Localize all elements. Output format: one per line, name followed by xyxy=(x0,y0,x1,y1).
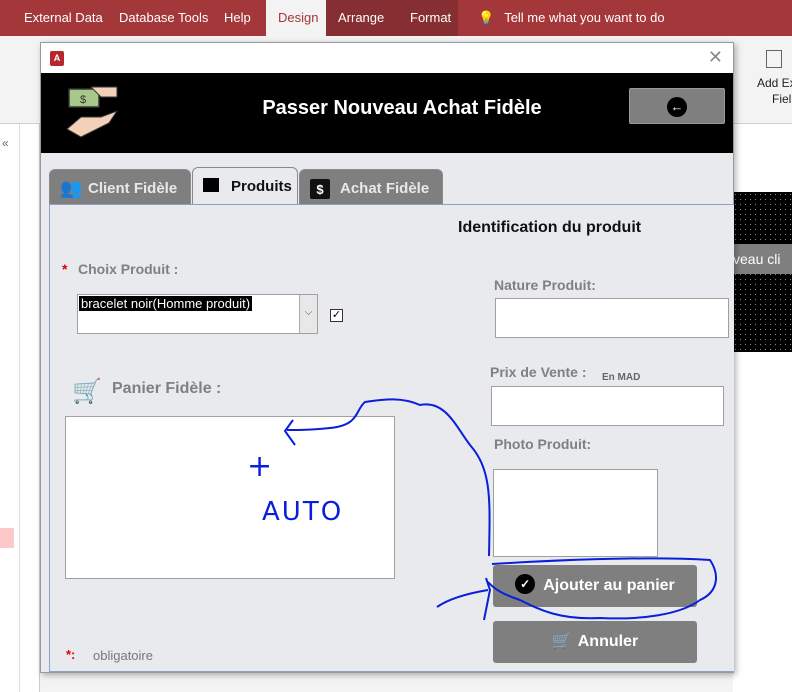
tab-label: Achat Fidèle xyxy=(340,180,430,197)
section-title: Identification du produit xyxy=(458,219,642,236)
photo-produit-label: Photo Produit: xyxy=(494,436,592,452)
check-circle-icon: ✓ xyxy=(515,574,536,594)
nature-produit-field[interactable] xyxy=(495,298,729,338)
dialog-header: $ Passer Nouveau Achat Fidèle ← xyxy=(41,73,733,153)
ribbon-tab-design[interactable]: Design xyxy=(266,0,326,36)
tab-label: Produits xyxy=(231,178,292,195)
vertical-ruler xyxy=(20,124,40,692)
ribbon-tab-help[interactable]: Help xyxy=(212,0,263,36)
combobox-value: bracelet noir(Homme produit) xyxy=(79,296,253,311)
prix-vente-unit: En MAD xyxy=(602,372,641,383)
legend-text: obligatoire xyxy=(93,648,153,663)
panier-list[interactable] xyxy=(65,416,395,579)
dialog-window: A ✕ $ Passer Nouveau Achat Fidèle ← 👥 Cli… xyxy=(40,42,734,673)
legend-marker: *: xyxy=(66,647,76,662)
tell-me-text: Tell me what you want to do xyxy=(504,10,665,25)
annuler-button[interactable]: 🛒 Annuler xyxy=(493,621,697,663)
ribbon-tab-external-data[interactable]: External Data xyxy=(12,0,115,36)
tab-label: Client Fidèle xyxy=(88,180,178,197)
add-ex-label: Add Ex xyxy=(757,76,792,90)
tab-client-fidele[interactable]: 👥 Client Fidèle xyxy=(49,169,191,205)
access-logo-icon: A xyxy=(50,51,64,66)
cart-remove-icon: 🛒 xyxy=(551,633,572,650)
chevron-down-icon[interactable]: ⌵ xyxy=(299,295,317,333)
close-icon[interactable]: ✕ xyxy=(708,47,723,68)
tab-achat-fidele[interactable]: $ Achat Fidèle xyxy=(299,169,443,205)
button-label: Ajouter au panier xyxy=(543,577,675,594)
prix-vente-label: Prix de Vente : xyxy=(490,364,587,380)
prix-vente-field[interactable] xyxy=(491,386,724,426)
panier-label: Panier Fidèle : xyxy=(112,380,222,397)
add-ex-label2: Fiel xyxy=(772,92,792,106)
form-design-band: veau cli xyxy=(733,244,792,274)
tab-produits[interactable]: Produits xyxy=(192,167,298,205)
add-existing-fields-button[interactable]: Add Ex Fiel xyxy=(750,44,792,114)
cart-percent-icon: 🛒 xyxy=(72,378,102,405)
back-button[interactable]: ← xyxy=(629,88,725,124)
table-icon xyxy=(766,50,782,68)
ribbon-tab-format[interactable]: Format xyxy=(398,0,458,36)
choix-produit-checkbox[interactable]: ✓ xyxy=(330,309,343,322)
button-label: Annuler xyxy=(577,633,639,650)
lightbulb-icon: 💡 xyxy=(478,10,495,25)
ribbon-tab-arrange[interactable]: Arrange xyxy=(326,0,398,36)
collapse-icon[interactable]: « xyxy=(0,124,19,162)
nature-produit-label: Nature Produit: xyxy=(494,277,596,293)
photo-produit-image xyxy=(493,469,658,557)
users-icon: 👥 xyxy=(60,178,83,198)
box-icon xyxy=(203,176,219,196)
dollar-window-icon: $ xyxy=(310,178,330,199)
tell-me-search[interactable]: 💡 Tell me what you want to do xyxy=(478,0,665,36)
required-marker: * xyxy=(62,261,68,277)
ajouter-au-panier-button[interactable]: ✓ Ajouter au panier xyxy=(493,565,697,607)
ribbon: External Data Database Tools Help Design… xyxy=(0,0,792,36)
navigation-pane: « xyxy=(0,124,20,692)
choix-produit-combobox[interactable]: bracelet noir(Homme produit) ⌵ xyxy=(77,294,318,334)
arrow-left-icon: ← xyxy=(667,97,687,117)
dialog-titlebar: A ✕ xyxy=(41,43,733,73)
ribbon-tab-database-tools[interactable]: Database Tools xyxy=(107,0,220,36)
tab-panel-produits: Identification du produit * Choix Produi… xyxy=(49,204,734,672)
choix-produit-label: Choix Produit : xyxy=(78,261,179,277)
